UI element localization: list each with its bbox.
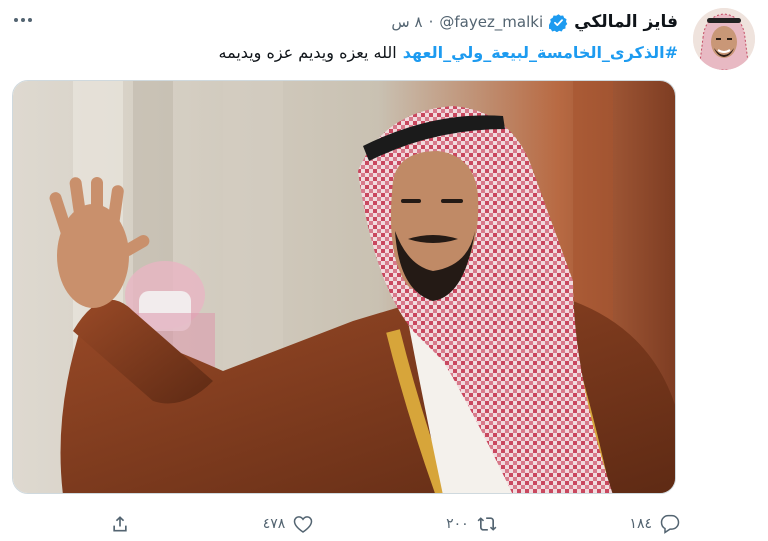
user-handle[interactable]: @fayez_malki [439, 13, 543, 31]
reply-icon [660, 514, 680, 534]
retweet-button[interactable]: ٢٠٠ [446, 514, 497, 534]
more-options-icon[interactable] [14, 12, 36, 28]
tweet-text: #الذكرى_الخامسة_لبيعة_ولي_العهد الله يعز… [219, 38, 678, 66]
display-name[interactable]: فايز المالكي [574, 12, 678, 32]
like-count: ٤٧٨ [262, 516, 286, 532]
tweet-timestamp[interactable]: ٨ س [391, 13, 422, 31]
verified-badge-icon [549, 13, 568, 32]
tweet-card[interactable]: فايز المالكي @fayez_malki · ٨ س #الذكرى_… [0, 0, 768, 541]
like-button[interactable]: ٤٧٨ [263, 514, 314, 534]
retweet-icon [477, 517, 497, 531]
tweet-actions: ١٨٤ ٢٠٠ ٤٧٨ [110, 510, 680, 538]
heart-icon [294, 516, 313, 533]
tweet-body: الله يعزه ويديم عزه ويديمه [218, 42, 397, 62]
tweet-media-image[interactable] [12, 80, 676, 494]
avatar[interactable] [693, 8, 755, 70]
tweet-header: فايز المالكي @fayez_malki · ٨ س [391, 9, 678, 35]
share-icon [113, 516, 127, 532]
retweet-count: ٢٠٠ [446, 516, 469, 532]
share-button[interactable] [110, 514, 130, 534]
separator-dot: · [428, 13, 434, 31]
reply-count: ١٨٤ [629, 516, 652, 532]
reply-button[interactable]: ١٨٤ [629, 514, 680, 534]
hashtag-link[interactable]: #الذكرى_الخامسة_لبيعة_ولي_العهد [403, 43, 678, 62]
